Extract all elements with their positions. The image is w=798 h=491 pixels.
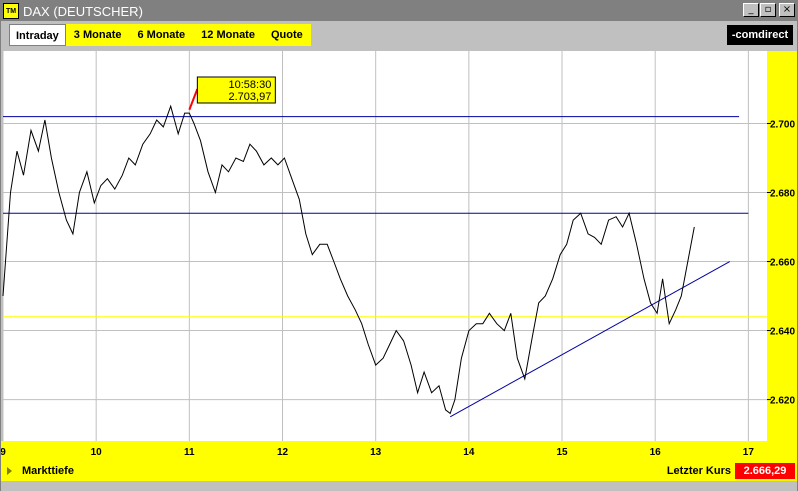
window-controls: _ ▫ × xyxy=(742,3,795,17)
tab-12-monate[interactable]: 12 Monate xyxy=(193,24,263,46)
tooltip-time: 10:58:30 xyxy=(229,79,272,91)
x-tick-label: 14 xyxy=(463,447,475,458)
x-axis-area xyxy=(1,441,797,461)
close-button[interactable]: × xyxy=(779,3,795,17)
y-tick-label: 2.680 xyxy=(770,189,795,200)
y-axis-area xyxy=(767,51,797,441)
expand-arrow-icon[interactable] xyxy=(7,467,12,475)
minimize-button[interactable]: _ xyxy=(743,3,759,17)
tooltip-value: 2.703,97 xyxy=(229,91,272,103)
last-price-label: Letzter Kurs xyxy=(666,465,731,477)
x-tick-label: 16 xyxy=(650,447,662,458)
chart-svg[interactable]: 2.620 2.640 2.660 2.680 2.700 9 10 11 12 13 14 15 1… xyxy=(1,49,797,461)
x-tick-label: 13 xyxy=(370,447,382,458)
title-bar[interactable]: TM DAX (DEUTSCHER) _ ▫ × xyxy=(1,1,797,21)
period-tab-bar: Intraday 3 Monate 6 Monate 12 Monate Quo… xyxy=(1,21,797,49)
last-price-value: 2.666,29 xyxy=(735,463,795,479)
restore-button[interactable]: ▫ xyxy=(760,3,776,17)
tab-intraday[interactable]: Intraday xyxy=(9,24,66,46)
x-tick-label: 10 xyxy=(91,447,103,458)
y-tick-label: 2.620 xyxy=(770,396,795,407)
plot-area[interactable] xyxy=(3,51,767,441)
x-tick-label: 17 xyxy=(743,447,755,458)
intraday-chart[interactable]: 2.620 2.640 2.660 2.680 2.700 9 10 11 12 13 14 15 1… xyxy=(1,49,797,461)
x-tick-label: 12 xyxy=(277,447,289,458)
x-tick-label: 15 xyxy=(556,447,568,458)
y-tick-label: 2.640 xyxy=(770,327,795,338)
tab-quote[interactable]: Quote xyxy=(262,24,311,46)
y-tick-label: 2.700 xyxy=(770,119,795,130)
market-depth-button[interactable]: Markttiefe xyxy=(22,465,74,477)
tab-6-monate[interactable]: 6 Monate xyxy=(129,24,194,46)
comdirect-logo: -comdirect xyxy=(727,25,793,45)
x-tick-label: 11 xyxy=(184,447,195,458)
x-tick-label: 9 xyxy=(1,447,6,458)
window-title: DAX (DEUTSCHER) xyxy=(23,3,143,19)
tab-3-monate[interactable]: 3 Monate xyxy=(65,24,130,46)
bottom-bar: Markttiefe Letzter Kurs 2.666,29 xyxy=(1,461,797,481)
status-strip xyxy=(1,481,797,491)
y-tick-label: 2.660 xyxy=(770,258,795,269)
app-logo-icon[interactable]: TM xyxy=(3,3,19,19)
application-window: TM DAX (DEUTSCHER) _ ▫ × Intraday 3 Mona… xyxy=(0,0,798,491)
period-tabs: Intraday 3 Monate 6 Monate 12 Monate Quo… xyxy=(9,24,311,46)
